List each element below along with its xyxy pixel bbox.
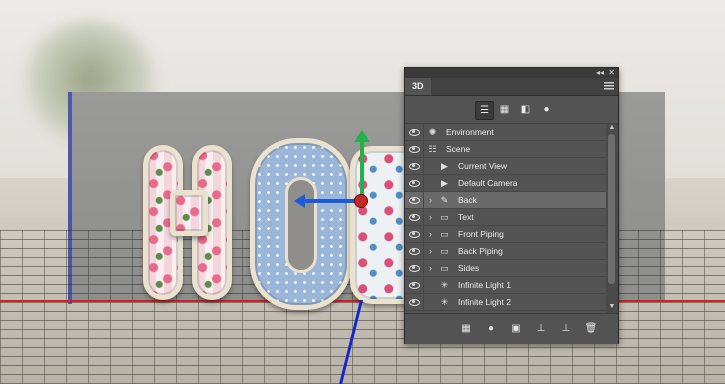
layer-row[interactable]: ▶ Current View xyxy=(405,158,606,175)
gizmo-center-handle[interactable] xyxy=(354,194,368,208)
gizmo-y-axis[interactable] xyxy=(360,138,364,200)
add-mesh-icon[interactable]: ▦ xyxy=(459,322,473,336)
layer-row[interactable]: › ✎ Back xyxy=(405,192,606,209)
scroll-thumb[interactable] xyxy=(608,134,615,284)
letter-h-crossbar[interactable] xyxy=(170,190,208,236)
panel-title-strip: ◂◂ ✕ xyxy=(405,68,618,78)
letter-o[interactable] xyxy=(250,138,352,310)
gizmo-x-axis[interactable] xyxy=(302,199,360,203)
layer-label: Default Camera xyxy=(458,178,518,188)
folder-icon: ▭ xyxy=(440,212,449,222)
layer-list: ✺ Environment ☷ Scene ▶ Current View ▶ Default … xyxy=(405,124,606,313)
layer-label: Back xyxy=(458,195,477,205)
scroll-down-icon[interactable]: ▼ xyxy=(608,303,616,311)
layer-list-scrollbar[interactable]: ▲ ▼ xyxy=(606,124,618,313)
scene-icon: ☷ xyxy=(428,144,437,154)
tab-3d[interactable]: 3D xyxy=(405,78,431,95)
expand-chevron-icon[interactable]: › xyxy=(429,209,432,225)
folder-icon: ▭ xyxy=(440,246,449,256)
camera-icon: ▶ xyxy=(441,161,448,171)
expand-chevron-icon[interactable]: › xyxy=(429,226,432,242)
collapse-panel-icon[interactable]: ◂◂ xyxy=(596,68,604,78)
visibility-eye-icon[interactable] xyxy=(405,226,424,242)
meshes-filter-icon[interactable]: ▦ xyxy=(496,101,513,118)
whole-scene-filter-icon[interactable]: ☰ xyxy=(475,101,494,120)
layer-row[interactable]: › ▭ Sides xyxy=(405,260,606,277)
layer-row[interactable]: › ▭ Text xyxy=(405,209,606,226)
layer-row[interactable]: › ▭ Back Piping xyxy=(405,243,606,260)
panel-bottom-toolbar: ▦ ● ▣ ⊥ ⊥ 🗑 xyxy=(405,313,618,344)
gizmo-y-arrow-icon[interactable] xyxy=(354,130,370,142)
light-icon: ✳ xyxy=(440,297,449,307)
new-constraint-icon[interactable]: ⊥ xyxy=(559,322,573,336)
visibility-eye-icon[interactable] xyxy=(405,243,424,259)
layer-label: Back Piping xyxy=(458,246,503,256)
visibility-eye-icon[interactable] xyxy=(405,260,424,276)
expand-chevron-icon[interactable]: › xyxy=(429,243,432,259)
layer-label: Text xyxy=(458,212,474,222)
layer-row[interactable]: ✳ Infinite Light 1 xyxy=(405,277,606,294)
delete-icon[interactable]: 🗑 xyxy=(584,322,598,336)
visibility-eye-icon[interactable] xyxy=(405,209,424,225)
lights-filter-icon[interactable]: ● xyxy=(538,101,555,118)
layer-label: Sides xyxy=(458,263,480,273)
folder-icon: ▭ xyxy=(440,263,449,273)
panel-tab-bar: 3D xyxy=(405,78,618,96)
camera-icon: ▶ xyxy=(441,178,448,188)
visibility-eye-icon[interactable] xyxy=(405,192,424,208)
materials-filter-icon[interactable]: ◧ xyxy=(517,101,534,118)
panel-menu-icon[interactable] xyxy=(604,82,614,90)
expand-chevron-icon[interactable]: › xyxy=(429,192,432,208)
folder-icon: ▭ xyxy=(440,229,449,239)
gizmo-x-arrow-icon[interactable] xyxy=(294,194,305,208)
visibility-eye-icon[interactable] xyxy=(405,124,424,140)
drop-to-plane-icon[interactable]: ⊥ xyxy=(534,322,548,336)
mesh-icon: ✎ xyxy=(440,195,449,205)
close-panel-icon[interactable]: ✕ xyxy=(608,68,615,78)
visibility-eye-icon[interactable] xyxy=(405,141,424,157)
filter-toolbar: ☰ ▦ ◧ ● xyxy=(405,96,618,124)
layer-label: Scene xyxy=(446,144,471,154)
visibility-eye-icon[interactable] xyxy=(405,158,424,174)
letter-o-hole xyxy=(285,177,317,273)
layer-label: Environment xyxy=(446,127,494,137)
add-light-icon[interactable]: ● xyxy=(484,322,498,336)
expand-chevron-icon[interactable]: › xyxy=(429,260,432,276)
layer-row[interactable]: ✺ Environment xyxy=(405,124,606,141)
layer-row[interactable]: ✳ Infinite Light 2 xyxy=(405,294,606,311)
layer-label: Infinite Light 1 xyxy=(458,280,511,290)
layer-label: Infinite Light 2 xyxy=(458,297,511,307)
layer-label: Front Piping xyxy=(458,229,504,239)
layer-row[interactable]: ☷ Scene xyxy=(405,141,606,158)
environment-icon: ✺ xyxy=(428,127,437,137)
visibility-eye-icon[interactable] xyxy=(405,294,424,310)
layer-row[interactable]: › ▭ Front Piping xyxy=(405,226,606,243)
3d-panel: ◂◂ ✕ 3D ☰ ▦ ◧ ● ✺ Environment ☷ Scene ▶ Current … xyxy=(404,67,619,344)
scroll-up-icon[interactable]: ▲ xyxy=(608,124,616,132)
render-icon[interactable]: ▣ xyxy=(509,322,523,336)
layer-row[interactable]: ▶ Default Camera xyxy=(405,175,606,192)
layer-label: Current View xyxy=(458,161,507,171)
visibility-eye-icon[interactable] xyxy=(405,277,424,293)
visibility-eye-icon[interactable] xyxy=(405,175,424,191)
light-icon: ✳ xyxy=(440,280,449,290)
